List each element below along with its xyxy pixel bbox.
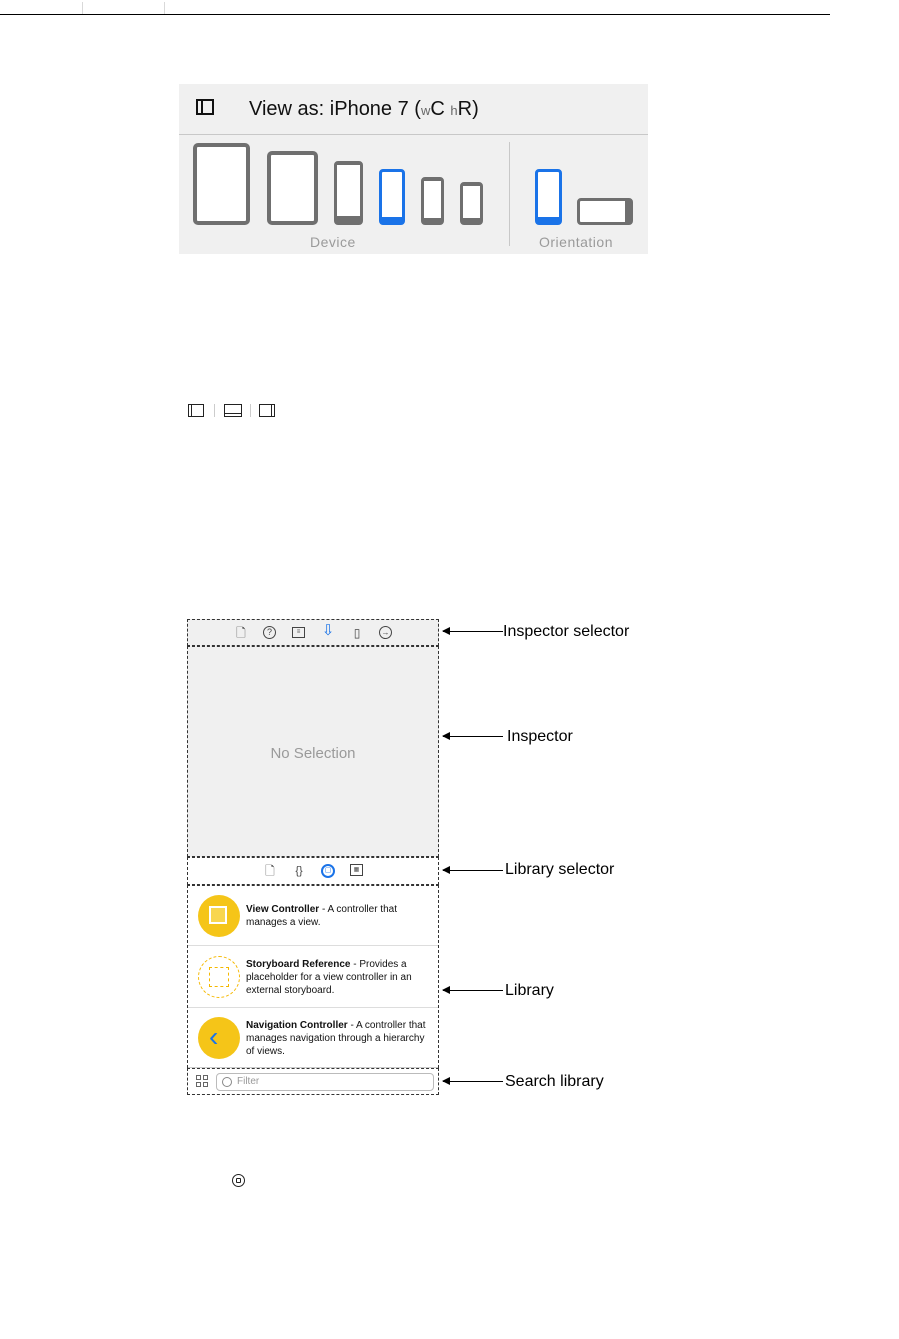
width-class-value: C (430, 98, 445, 120)
width-class-prefix: w (420, 103, 431, 118)
callout-library-selector: Library selector (505, 861, 615, 878)
library-selector-bar: 🗋 {} ▢ ▦ (187, 857, 439, 885)
filter-icon (222, 1077, 232, 1087)
size-inspector-icon[interactable]: ▯ (350, 626, 364, 640)
callout-arrow (442, 1077, 503, 1085)
toggle-separator (250, 404, 251, 417)
identity-inspector-icon[interactable]: ≡ (292, 627, 305, 638)
size-class-open: ( (408, 98, 421, 120)
library-item-view-controller[interactable]: View Controller - A controller that mana… (188, 886, 438, 946)
orientation-landscape-icon[interactable] (577, 198, 633, 225)
document-outline-toggle-icon[interactable] (196, 99, 214, 115)
search-library-bar: Filter (187, 1068, 439, 1095)
view-as-title[interactable]: View as: iPhone 7 (wC hR) (249, 98, 479, 121)
callout-arrow (442, 732, 503, 740)
filter-placeholder: Filter (237, 1076, 260, 1087)
callout-library: Library (505, 982, 554, 999)
utilities-panel: 🗋 ? ≡ ⇩ ▯ → No Selection 🗋 {} ▢ ▦ View C… (187, 619, 439, 1095)
callout-search-library: Search library (505, 1073, 604, 1090)
library-filter-input[interactable]: Filter (216, 1073, 434, 1091)
object-library-icon[interactable]: ▢ (321, 864, 335, 878)
library-item-text: Storyboard Reference - Provides a placeh… (246, 958, 432, 997)
library-item-text: Navigation Controller - A controller tha… (246, 1019, 432, 1058)
device-iphone-4s-icon[interactable] (460, 182, 483, 225)
device-iphone-se-icon[interactable] (421, 177, 444, 225)
utilities-toggle-icon[interactable] (259, 404, 275, 417)
library-item-storyboard-reference[interactable]: Storyboard Reference - Provides a placeh… (188, 946, 438, 1008)
device-iphone-7-icon[interactable] (379, 169, 405, 225)
grid-view-icon[interactable] (196, 1075, 208, 1087)
rule-tick (164, 2, 165, 14)
no-selection-label: No Selection (270, 745, 356, 762)
height-class-prefix: h (450, 103, 458, 118)
device-group-label: Device (310, 234, 356, 250)
media-library-icon[interactable]: ▦ (350, 864, 363, 876)
library-item-navigation-controller[interactable]: ‹ Navigation Controller - A controller t… (188, 1008, 438, 1068)
view-as-panel: View as: iPhone 7 (wC hR) Device Orienta… (179, 84, 648, 254)
orientation-portrait-icon[interactable] (535, 169, 562, 225)
inspector-selector-bar: 🗋 ? ≡ ⇩ ▯ → (187, 619, 439, 646)
library-item-name: Storyboard Reference (246, 959, 351, 970)
connections-inspector-icon[interactable]: → (379, 626, 392, 639)
help-inspector-icon[interactable]: ? (263, 626, 276, 639)
code-snippet-library-icon[interactable]: {} (292, 864, 306, 878)
page-top-rule (0, 2, 830, 15)
object-library-list: View Controller - A controller that mana… (187, 885, 439, 1068)
device-iphone-plus-icon[interactable] (334, 161, 363, 225)
attributes-inspector-icon[interactable]: ⇩ (321, 623, 335, 638)
toggle-separator (214, 404, 215, 417)
view-as-header: View as: iPhone 7 (wC hR) (179, 84, 648, 135)
size-class-close: ) (472, 98, 479, 120)
library-item-name: View Controller (246, 904, 320, 915)
library-item-name: Navigation Controller (246, 1020, 348, 1031)
callout-inspector-selector: Inspector selector (503, 623, 630, 640)
view-as-prefix: View as: (249, 98, 330, 120)
debug-area-toggle-icon[interactable] (224, 404, 242, 417)
view-controller-icon (198, 895, 240, 937)
callout-arrow (442, 986, 503, 994)
view-as-device: iPhone 7 (329, 98, 409, 120)
height-class-value: R (457, 98, 473, 120)
object-library-inline-icon (232, 1174, 245, 1187)
orientation-group-label: Orientation (539, 234, 613, 250)
callout-inspector: Inspector (507, 728, 573, 745)
file-inspector-icon[interactable]: 🗋 (234, 626, 248, 640)
group-divider (509, 142, 510, 246)
device-ipad-pro-12-icon[interactable] (193, 143, 250, 225)
callout-arrow (442, 866, 503, 874)
callout-arrow (442, 627, 503, 635)
inspector-area: No Selection (187, 646, 439, 857)
rule-tick (82, 2, 83, 14)
navigation-controller-icon: ‹ (198, 1017, 240, 1059)
navigator-toggle-icon[interactable] (188, 404, 204, 417)
storyboard-reference-icon (198, 956, 240, 998)
library-item-text: View Controller - A controller that mana… (246, 903, 432, 929)
file-template-library-icon[interactable]: 🗋 (263, 864, 277, 878)
device-ipad-icon[interactable] (267, 151, 318, 225)
